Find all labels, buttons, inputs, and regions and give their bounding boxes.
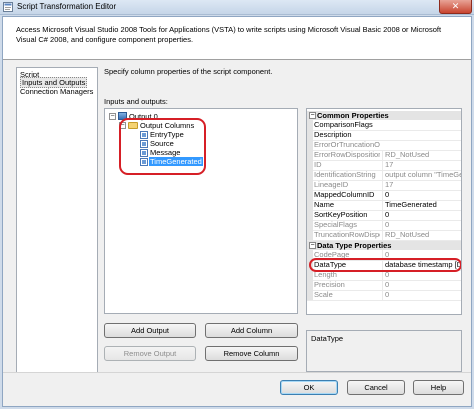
cancel-button[interactable]: Cancel bbox=[347, 380, 405, 395]
property-name: SortKeyPosition bbox=[314, 210, 368, 219]
property-value[interactable]: 0 bbox=[382, 210, 461, 220]
property-name: TruncationRowDispo bbox=[314, 230, 380, 239]
nav-item-connection-managers[interactable]: Connection Managers bbox=[20, 87, 93, 96]
property-value[interactable]: 0 bbox=[382, 190, 461, 200]
close-icon: ✕ bbox=[451, 1, 460, 11]
header-description: Access Microsoft Visual Studio 2008 Tool… bbox=[16, 25, 442, 44]
footer-separator bbox=[3, 372, 471, 373]
property-value: output column "TimeGe bbox=[382, 170, 461, 180]
inputs-outputs-tree[interactable]: − Output 0 − Output Columns EntryType So… bbox=[104, 108, 298, 314]
remove-output-button[interactable]: Remove Output bbox=[104, 346, 196, 361]
nav-item-inputs-and-outputs[interactable]: Inputs and Outputs bbox=[20, 77, 88, 88]
app-icon bbox=[3, 2, 13, 12]
property-row[interactable]: TruncationRowDispo RD_NotUsed bbox=[307, 230, 461, 241]
collapse-icon[interactable]: − bbox=[309, 112, 316, 119]
close-button[interactable]: ✕ bbox=[439, 0, 472, 14]
property-value: 0 bbox=[382, 280, 461, 290]
category-label: Common Properties bbox=[317, 111, 389, 120]
remove-column-button[interactable]: Remove Column bbox=[205, 346, 298, 361]
property-value[interactable]: TimeGenerated bbox=[382, 200, 461, 210]
add-column-button[interactable]: Add Column bbox=[205, 323, 298, 338]
property-category[interactable]: − Common Properties bbox=[307, 111, 461, 120]
property-value: 0 bbox=[382, 290, 461, 300]
property-grid[interactable]: − Common Properties ComparisonFlags Desc… bbox=[306, 108, 462, 315]
property-name: Name bbox=[314, 200, 335, 209]
instruction-text: Specify column properties of the script … bbox=[104, 67, 273, 76]
inputs-outputs-label: Inputs and outputs: bbox=[104, 97, 168, 106]
help-button[interactable]: Help bbox=[413, 380, 464, 395]
property-row[interactable]: Scale 0 bbox=[307, 290, 461, 301]
property-value: 17 bbox=[382, 160, 461, 170]
property-value: 0 bbox=[382, 220, 461, 230]
property-name: Precision bbox=[314, 280, 345, 289]
collapse-icon[interactable]: − bbox=[309, 242, 316, 249]
property-description-pane: DataType bbox=[306, 330, 462, 372]
highlight-ellipse bbox=[309, 258, 461, 272]
window-title: Script Transformation Editor bbox=[17, 2, 117, 11]
collapse-icon[interactable]: − bbox=[109, 113, 116, 120]
property-name: Scale bbox=[314, 290, 333, 299]
category-label: Data Type Properties bbox=[317, 241, 392, 250]
highlight-ellipse bbox=[119, 118, 206, 175]
property-name: ErrorRowDisposition bbox=[314, 150, 380, 159]
page-navigation: Script Inputs and Outputs Connection Man… bbox=[16, 67, 98, 373]
property-category[interactable]: − Data Type Properties bbox=[307, 241, 461, 250]
property-name: ErrorOrTruncationO bbox=[314, 140, 380, 149]
property-name: Description bbox=[314, 130, 352, 139]
property-name: IdentificationString bbox=[314, 170, 376, 179]
property-name: LineageID bbox=[314, 180, 349, 189]
property-name: SpecialFlags bbox=[314, 220, 357, 229]
ok-button[interactable]: OK bbox=[280, 380, 338, 395]
property-value: RD_NotUsed bbox=[382, 230, 461, 240]
property-value: 17 bbox=[382, 180, 461, 190]
property-name: MappedColumnID bbox=[314, 190, 375, 199]
property-description-title: DataType bbox=[311, 334, 344, 343]
property-name: ID bbox=[314, 160, 322, 169]
property-name: ComparisonFlags bbox=[314, 120, 373, 129]
property-value: RD_NotUsed bbox=[382, 150, 461, 160]
add-output-button[interactable]: Add Output bbox=[104, 323, 196, 338]
